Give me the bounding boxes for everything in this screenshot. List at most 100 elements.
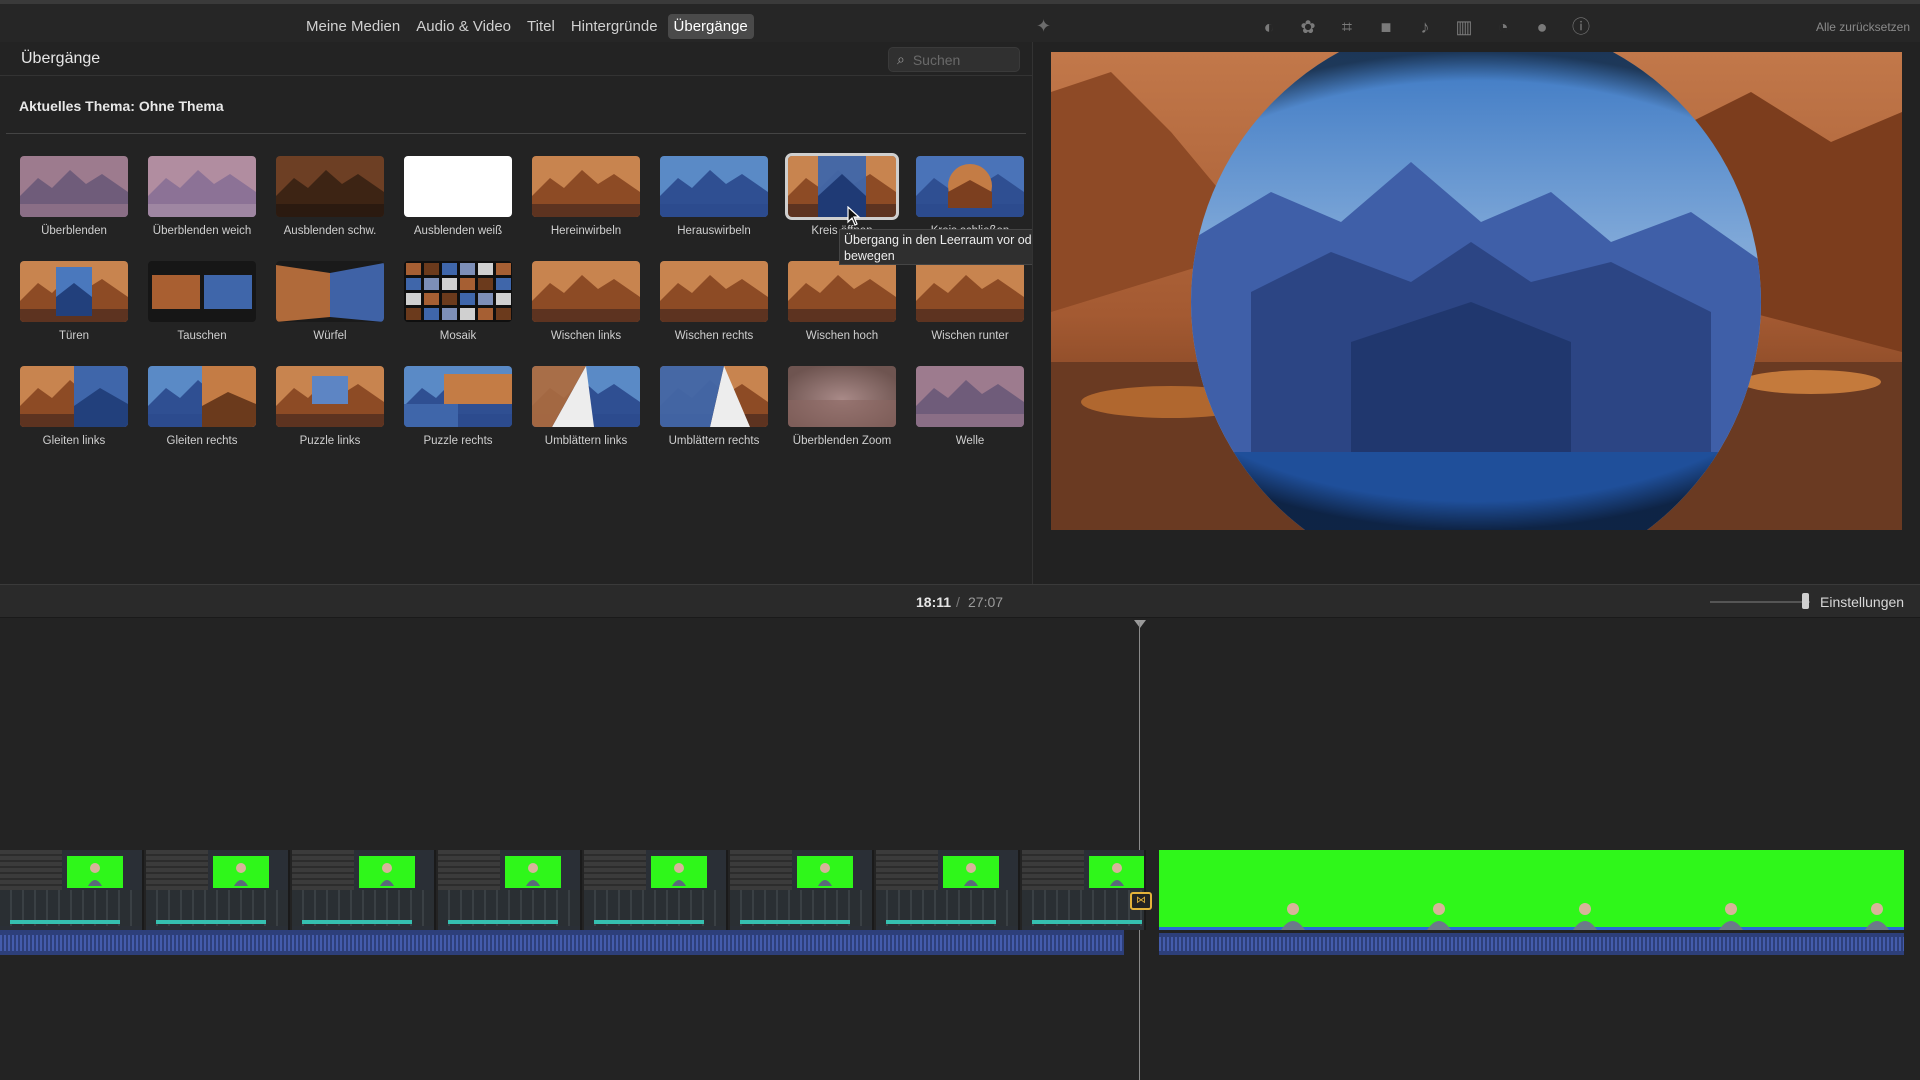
transition-item[interactable]: Ausblenden schw. [276,156,384,241]
zoom-slider[interactable] [1710,601,1810,603]
transition-thumbnail[interactable] [916,366,1024,427]
noise-reduction-icon[interactable]: ● [1531,16,1553,38]
transition-label: Gleiten rechts [166,435,238,447]
transition-thumbnail[interactable] [916,156,1024,217]
transition-item[interactable]: Überblenden Zoom [788,366,896,451]
tab-my-media[interactable]: Meine Medien [300,14,406,39]
transition-label: Wischen rechts [674,330,754,342]
transition-thumbnail[interactable] [532,366,640,427]
settings-button[interactable]: Einstellungen [1820,594,1904,610]
clip-bar [886,920,996,924]
divider [6,133,1026,134]
transition-label: Welle [955,435,985,447]
tab-titles[interactable]: Titel [521,14,561,39]
transition-thumbnail[interactable] [404,366,512,427]
transition-item[interactable]: Umblättern links [532,366,640,451]
transition-item[interactable]: Tauschen [148,261,256,346]
transition-thumbnail[interactable] [788,261,896,322]
video-clip[interactable] [438,850,582,930]
timeline[interactable] [0,618,1920,1080]
adjustment-toolbar: ◐ ✿ ⌗ ■ ♪ ▥ ◔ ● ⓘ [1258,16,1592,38]
transition-thumbnail[interactable] [404,156,512,217]
transition-label: Ausblenden weiß [413,225,503,237]
video-preview[interactable] [1051,52,1902,530]
transition-item[interactable]: Türen [20,261,128,346]
crop-icon[interactable]: ⌗ [1336,16,1358,38]
tab-backgrounds[interactable]: Hintergründe [565,14,664,39]
equalizer-icon[interactable]: ▥ [1453,16,1475,38]
transition-thumbnail[interactable] [532,261,640,322]
color-correction-icon[interactable]: ✿ [1297,16,1319,38]
transition-item[interactable]: Puzzle rechts [404,366,512,451]
transition-item[interactable]: Umblättern rechts [660,366,768,451]
transition-thumbnail[interactable] [148,261,256,322]
playhead-marker[interactable] [1134,620,1146,628]
transition-thumbnail[interactable] [148,366,256,427]
transition-item[interactable]: Puzzle links [276,366,384,451]
transition-item[interactable]: Wischen runter [916,261,1024,346]
video-clip[interactable] [0,850,144,930]
transition-thumbnail[interactable] [276,261,384,322]
transition-item[interactable]: Herauswirbeln [660,156,768,241]
transition-item[interactable]: Hereinwirbeln [532,156,640,241]
total-time: 27:07 [968,594,1004,610]
transition-item[interactable]: Wischen links [532,261,640,346]
transition-item[interactable]: Wischen hoch [788,261,896,346]
speed-icon[interactable]: ◔ [1492,16,1514,38]
green-screen-clip[interactable] [1159,850,1904,930]
video-clip[interactable] [292,850,436,930]
transition-label: Puzzle rechts [423,435,493,447]
transition-thumbnail[interactable] [20,366,128,427]
transition-thumbnail[interactable] [660,156,768,217]
transitions-grid: Überblenden Überblenden weich Ausblenden… [20,153,1024,451]
transition-item[interactable]: Überblenden weich [148,156,256,241]
transition-label: Ausblenden schw. [283,225,377,237]
browser-tabs: Meine Medien Audio & Video Titel Hinterg… [300,14,754,39]
transition-thumbnail[interactable] [276,366,384,427]
transition-thumbnail[interactable] [148,156,256,217]
transition-item[interactable]: Gleiten rechts [148,366,256,451]
transition-label: Hereinwirbeln [550,225,622,237]
video-clip[interactable] [1022,850,1146,930]
transition-thumbnail[interactable] [404,261,512,322]
tab-transitions[interactable]: Übergänge [667,14,754,39]
transition-item[interactable]: Würfel [276,261,384,346]
time-bar: 18:11 / 27:07 Einstellungen [0,584,1920,618]
transition-thumbnail[interactable] [20,156,128,217]
volume-icon[interactable]: ♪ [1414,16,1436,38]
search-field[interactable]: ⌕ [888,47,1020,72]
presenter-avatar [1281,903,1305,930]
presenter-avatar [380,863,394,886]
video-clip[interactable] [876,850,1020,930]
tab-audio-video[interactable]: Audio & Video [410,14,517,39]
theme-label: Aktuelles Thema: Ohne Thema [19,98,224,114]
stabilization-icon[interactable]: ■ [1375,16,1397,38]
transition-thumbnail[interactable] [660,366,768,427]
transition-item[interactable]: Gleiten links [20,366,128,451]
transition-item[interactable]: Überblenden [20,156,128,241]
clip-bar [1032,920,1142,924]
color-balance-icon[interactable]: ◐ [1258,16,1280,38]
transition-item[interactable]: Ausblenden weiß [404,156,512,241]
info-icon[interactable]: ⓘ [1570,16,1592,38]
reset-all-button[interactable]: Alle zurücksetzen [1816,20,1910,34]
video-clip[interactable] [146,850,290,930]
zoom-slider-knob[interactable] [1802,593,1809,609]
transition-thumbnail[interactable] [20,261,128,322]
transition-item[interactable]: Wischen rechts [660,261,768,346]
transition-thumbnail[interactable] [532,156,640,217]
transition-label: Wischen runter [931,330,1009,342]
transition-label: Mosaik [439,330,477,342]
video-clip[interactable] [730,850,874,930]
transition-thumbnail[interactable] [916,261,1024,322]
magic-wand-icon[interactable]: ✦ [1036,16,1058,38]
transition-thumbnail[interactable] [788,366,896,427]
transition-thumbnail[interactable] [660,261,768,322]
transition-item[interactable]: Mosaik [404,261,512,346]
transition-marker-icon[interactable]: ⋈ [1130,892,1152,910]
video-clip[interactable] [584,850,728,930]
transition-thumbnail[interactable] [785,153,899,220]
search-input[interactable] [912,51,1009,68]
transition-thumbnail[interactable] [276,156,384,217]
transition-item[interactable]: Welle [916,366,1024,451]
